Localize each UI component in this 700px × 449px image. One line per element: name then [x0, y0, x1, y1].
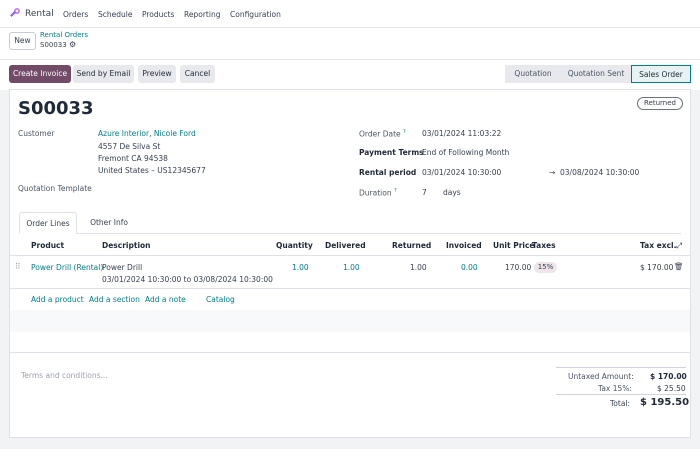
new-button[interactable]: New: [9, 32, 36, 50]
row-returned[interactable]: 1.00: [410, 263, 427, 272]
col-unit-price[interactable]: Unit Price: [493, 241, 535, 250]
row-unit-price[interactable]: 170.00: [505, 263, 531, 272]
customer-name[interactable]: Azure Interior, Nicole Ford: [98, 129, 196, 138]
order-name: S00033: [18, 98, 94, 119]
status-quotation[interactable]: Quotation: [505, 65, 561, 83]
row-description-dates: 03/01/2024 10:30:00 to 03/08/2024 10:30:…: [102, 275, 273, 284]
control-panel: New Rental Orders S00033 ⚙: [0, 28, 700, 60]
untaxed-amount-value: $ 170.00: [650, 372, 687, 381]
menu-reporting[interactable]: Reporting: [184, 10, 220, 19]
payment-terms[interactable]: End of Following Month: [422, 148, 509, 157]
tax-label: Tax 15%:: [598, 384, 632, 393]
total-label: Total:: [610, 399, 631, 408]
breadcrumb-current: S00033: [40, 41, 67, 49]
drag-handle-icon[interactable]: ⠿: [15, 262, 21, 271]
cancel-button[interactable]: Cancel: [180, 65, 215, 83]
quotation-template-label: Quotation Template: [18, 184, 92, 193]
tax-badge[interactable]: 15%: [534, 262, 557, 273]
divider: [556, 367, 686, 368]
payment-terms-label: Payment Terms: [359, 148, 424, 157]
untaxed-amount-label: Untaxed Amount:: [568, 372, 634, 381]
order-date[interactable]: 03/01/2024 11:03:22: [422, 129, 501, 138]
col-invoiced[interactable]: Invoiced: [446, 241, 482, 250]
trash-icon[interactable]: 🗑: [674, 262, 684, 271]
tab-order-lines[interactable]: Order Lines: [19, 212, 77, 234]
empty-row: [10, 332, 690, 352]
row-quantity[interactable]: 1.00: [292, 263, 309, 272]
col-tax-excl[interactable]: Tax excl.: [640, 241, 676, 250]
notebook-tabs: Order Lines Other Info: [19, 212, 681, 234]
gear-icon[interactable]: ⚙: [69, 40, 76, 49]
col-returned[interactable]: Returned: [392, 241, 431, 250]
tax-value: $ 25.50: [657, 384, 686, 393]
menu-configuration[interactable]: Configuration: [230, 10, 281, 19]
breadcrumb-rental-orders[interactable]: Rental Orders: [40, 31, 88, 39]
row-product[interactable]: Power Drill (Rental): [31, 263, 103, 272]
send-email-button[interactable]: Send by Email: [73, 65, 134, 83]
row-delivered[interactable]: 1.00: [343, 263, 360, 272]
duration-unit: days: [443, 188, 461, 197]
preview-button[interactable]: Preview: [138, 65, 176, 83]
help-icon[interactable]: ?: [394, 188, 397, 194]
divider: [10, 352, 690, 353]
total-value: $ 195.50: [640, 397, 690, 408]
add-section-link[interactable]: Add a section: [89, 295, 140, 304]
duration-label: Duration ?: [359, 188, 397, 198]
row-invoiced: 0.00: [461, 263, 478, 272]
customer-address-line: United States – US12345677: [98, 166, 206, 175]
empty-row: [10, 310, 690, 332]
terms-input[interactable]: Terms and conditions...: [21, 371, 108, 380]
customer-address-line: 4557 De Silva St: [98, 142, 161, 151]
form-sheet: S00033 Returned Customer Azure Interior,…: [9, 89, 691, 438]
app-name[interactable]: Rental: [25, 9, 54, 19]
customer-label: Customer: [18, 129, 55, 138]
arrow-right-icon: →: [549, 168, 556, 177]
status-quotation-sent[interactable]: Quotation Sent: [561, 65, 631, 83]
duration-value[interactable]: 7: [422, 188, 427, 197]
rental-app-icon[interactable]: [9, 7, 21, 19]
row-subtotal: $ 170.00: [640, 263, 674, 272]
menu-products[interactable]: Products: [142, 10, 174, 19]
optional-columns-icon[interactable]: ⤢: [676, 241, 682, 251]
tab-other-info[interactable]: Other Info: [81, 212, 137, 234]
col-taxes[interactable]: Taxes: [532, 241, 556, 250]
status-sales-order[interactable]: Sales Order: [631, 65, 691, 83]
customer-address-line: Fremont CA 94538: [98, 154, 168, 163]
divider: [556, 394, 686, 395]
rental-start[interactable]: 03/01/2024 10:30:00: [422, 168, 501, 177]
help-icon[interactable]: ?: [403, 129, 406, 135]
col-product[interactable]: Product: [31, 241, 64, 250]
menu-orders[interactable]: Orders: [63, 10, 88, 19]
add-product-link[interactable]: Add a product: [31, 295, 84, 304]
catalog-button[interactable]: Catalog: [206, 295, 235, 304]
top-navbar: Rental Orders Schedule Products Reportin…: [0, 0, 700, 28]
col-description[interactable]: Description: [102, 241, 151, 250]
rental-end[interactable]: 03/08/2024 10:30:00: [560, 168, 639, 177]
returned-badge: Returned: [637, 97, 683, 110]
order-date-label: Order Date ?: [359, 129, 406, 139]
col-quantity[interactable]: Quantity: [276, 241, 313, 250]
create-invoice-button[interactable]: Create Invoice: [9, 65, 71, 83]
action-bar: Create Invoice Send by Email Preview Can…: [0, 60, 700, 90]
row-description[interactable]: Power Drill: [102, 263, 142, 272]
add-note-link[interactable]: Add a note: [145, 295, 186, 304]
menu-schedule[interactable]: Schedule: [98, 10, 132, 19]
rental-period-label: Rental period: [359, 168, 417, 177]
divider: [10, 288, 690, 289]
col-delivered[interactable]: Delivered: [325, 241, 366, 250]
table-row[interactable]: ⠿ Power Drill (Rental) Power Drill 03/01…: [10, 256, 690, 288]
